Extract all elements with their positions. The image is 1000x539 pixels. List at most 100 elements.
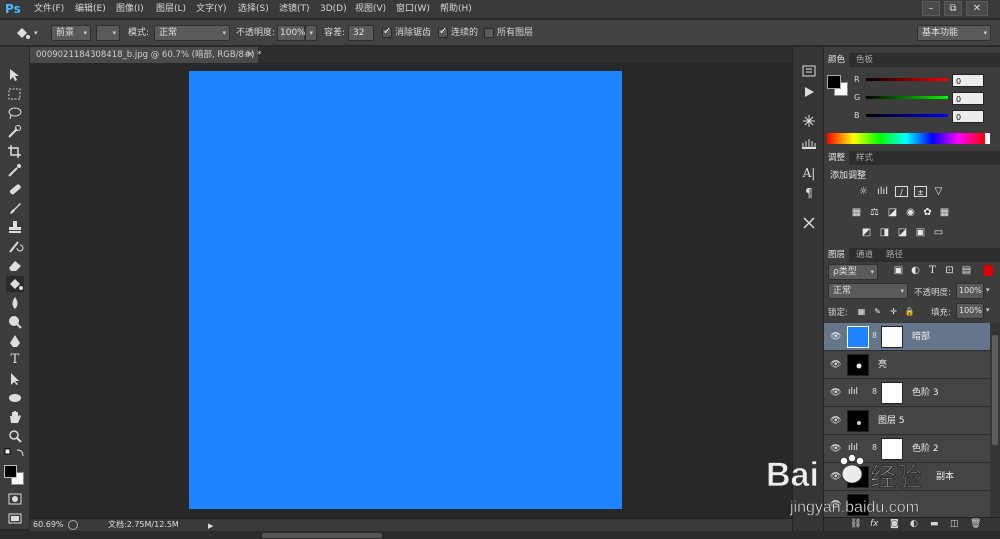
layer-name[interactable]: 亮 <box>878 351 887 379</box>
layer-row[interactable]: 👁 ılıl 8 色阶 3 <box>824 379 990 407</box>
workspace-select[interactable]: 基本功能 ▾ <box>917 25 991 41</box>
filter-adjustment-icon[interactable]: ◐ <box>909 265 922 276</box>
tool-presets-icon[interactable] <box>800 215 818 231</box>
menu-file[interactable]: 文件(F) <box>34 0 64 19</box>
brush-settings-icon[interactable] <box>800 113 818 129</box>
gradient-map-icon[interactable]: ▭ <box>932 227 945 238</box>
spectrum-white-block[interactable] <box>985 133 990 144</box>
quick-mask-icon[interactable] <box>6 491 24 507</box>
menu-view[interactable]: 视图(V) <box>355 0 386 19</box>
layer-row[interactable]: 👁 亮 <box>824 351 990 379</box>
layer-mask-thumbnail[interactable] <box>881 326 903 348</box>
horizontal-scrollbar[interactable] <box>262 533 382 538</box>
dodge-tool-icon[interactable] <box>6 314 24 330</box>
layer-mask-thumbnail[interactable] <box>881 382 903 404</box>
layer-filter-select[interactable]: ρ类型 ▾ <box>828 264 878 280</box>
healing-brush-tool-icon[interactable] <box>6 181 24 197</box>
tab-swatches[interactable]: 色板 <box>852 53 877 67</box>
contiguous-checkbox[interactable] <box>438 26 448 38</box>
tab-color[interactable]: 颜色 <box>824 53 850 67</box>
quick-selection-tool-icon[interactable] <box>6 124 24 140</box>
fill-input[interactable]: 100% <box>956 303 984 319</box>
paint-bucket-tool-icon[interactable] <box>6 276 24 292</box>
layer-row[interactable]: 👁 图层 5 <box>824 407 990 435</box>
ellipse-tool-icon[interactable] <box>6 390 24 406</box>
mask-link-icon[interactable]: 8 <box>872 331 877 340</box>
screen-mode-icon[interactable] <box>6 510 24 526</box>
zoom-level[interactable]: 60.69% <box>33 519 64 531</box>
clone-stamp-tool-icon[interactable] <box>6 219 24 235</box>
filter-smart-object-icon[interactable]: ▤ <box>960 265 973 276</box>
filter-pixel-icon[interactable]: ▣ <box>892 265 905 276</box>
color-spectrum-ramp[interactable] <box>827 133 985 144</box>
invert-icon[interactable]: ◩ <box>860 227 873 238</box>
lock-image-icon[interactable]: ✎ <box>871 306 884 317</box>
mode-select[interactable]: 正常 ▾ <box>154 25 230 41</box>
actions-play-icon[interactable] <box>800 84 818 100</box>
foreground-color-swatch[interactable] <box>4 465 17 478</box>
status-menu-icon[interactable] <box>68 520 78 530</box>
path-selection-tool-icon[interactable] <box>6 371 24 387</box>
visibility-eye-icon[interactable]: 👁 <box>830 360 841 370</box>
brush-tool-icon[interactable] <box>6 200 24 216</box>
tab-channels[interactable]: 通道 <box>852 248 877 262</box>
eyedropper-tool-icon[interactable] <box>6 162 24 178</box>
green-slider[interactable] <box>866 96 948 99</box>
menu-edit[interactable]: 编辑(E) <box>75 0 106 19</box>
blue-slider[interactable] <box>866 114 948 117</box>
filter-type-icon[interactable]: T <box>926 265 939 276</box>
photo-filter-icon[interactable]: ◉ <box>904 207 917 218</box>
antialias-checkbox[interactable] <box>382 26 392 38</box>
lock-transparent-icon[interactable]: ▦ <box>855 306 868 317</box>
history-brush-tool-icon[interactable] <box>6 238 24 254</box>
visibility-eye-icon[interactable]: 👁 <box>830 332 841 342</box>
menu-3d[interactable]: 3D(D) <box>320 0 347 19</box>
fill-source-select[interactable]: 前景 ▾ <box>51 25 91 41</box>
black-white-icon[interactable]: ◪ <box>886 207 899 218</box>
vibrance-icon[interactable]: ▽ <box>932 186 945 197</box>
menu-filter[interactable]: 滤镜(T) <box>279 0 310 19</box>
paragraph-panel-icon[interactable]: ¶ <box>800 185 818 201</box>
color-balance-icon[interactable]: ⚖ <box>868 207 881 218</box>
posterize-icon[interactable]: ◨ <box>878 227 891 238</box>
document-canvas[interactable] <box>189 71 622 509</box>
layer-name[interactable]: 图层 5 <box>878 407 905 435</box>
tab-styles[interactable]: 样式 <box>852 151 877 165</box>
fill-arrow-icon[interactable]: ▾ <box>986 306 990 314</box>
tab-layers[interactable]: 图层 <box>824 248 850 262</box>
color-panel-foreground-swatch[interactable] <box>827 75 841 89</box>
opacity-input[interactable]: 100% <box>277 25 306 41</box>
selective-color-icon[interactable]: ▣ <box>914 227 927 238</box>
blue-value-input[interactable]: 0 <box>952 110 984 123</box>
blend-mode-select[interactable]: 正常 ▾ <box>828 283 908 299</box>
menu-help[interactable]: 帮助(H) <box>440 0 472 19</box>
close-document-icon[interactable]: × <box>247 47 254 63</box>
layer-scroll-thumb[interactable] <box>992 335 998 445</box>
hand-tool-icon[interactable] <box>6 409 24 425</box>
crop-tool-icon[interactable] <box>6 143 24 159</box>
channel-mixer-icon[interactable]: ✿ <box>921 207 934 218</box>
layer-opacity-arrow-icon[interactable]: ▾ <box>986 286 990 294</box>
pattern-picker[interactable]: ▾ <box>96 25 120 41</box>
threshold-icon[interactable]: ◪ <box>896 227 909 238</box>
lasso-tool-icon[interactable] <box>6 105 24 121</box>
curves-icon[interactable]: ∕ <box>895 186 908 197</box>
swap-colors-icon[interactable] <box>4 448 26 460</box>
minimize-button[interactable]: – <box>922 1 940 16</box>
tool-preset-arrow-icon[interactable]: ▾ <box>34 25 38 41</box>
brightness-contrast-icon[interactable]: ☼ <box>857 186 870 197</box>
opacity-dropdown[interactable]: ▾ <box>305 25 317 41</box>
tab-paths[interactable]: 路径 <box>882 248 907 262</box>
menu-select[interactable]: 选择(S) <box>238 0 269 19</box>
layer-name[interactable]: 色阶 3 <box>912 379 939 407</box>
pen-tool-icon[interactable] <box>6 333 24 349</box>
hue-saturation-icon[interactable]: ▦ <box>850 207 863 218</box>
lock-position-icon[interactable]: ✛ <box>887 306 900 317</box>
layer-row[interactable]: 👁 8 暗部 <box>824 323 990 351</box>
move-tool-icon[interactable] <box>6 67 24 83</box>
color-lookup-icon[interactable]: ▦ <box>938 207 951 218</box>
exposure-icon[interactable]: ± <box>914 186 927 197</box>
red-slider[interactable] <box>866 78 948 81</box>
history-panel-icon[interactable] <box>800 63 818 79</box>
tolerance-input[interactable]: 32 <box>348 25 374 41</box>
